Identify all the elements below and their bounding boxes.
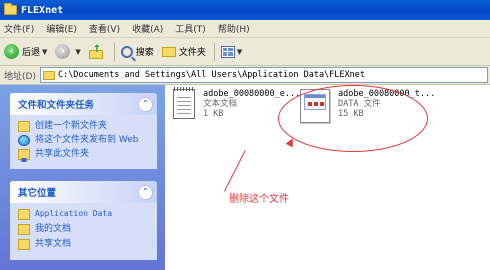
search-label: 搜索: [135, 48, 154, 58]
collapse-chevron-icon[interactable]: ⌃: [138, 184, 153, 200]
toolbar-separator: [113, 42, 115, 61]
views-icon: [220, 45, 235, 58]
views-button[interactable]: ▼: [220, 45, 242, 58]
task-new-folder[interactable]: 创建一个新文件夹: [18, 121, 151, 132]
other-places-header[interactable]: 其它位置 ⌃: [10, 181, 157, 203]
file-tasks-panel: 文件和文件夹任务 ⌃ 创建一个新文件夹 将这个文件夹发布到 Web 共享此文件夹: [10, 93, 157, 169]
folders-label: 文件夹: [178, 48, 206, 58]
other-places-title: 其它位置: [18, 188, 57, 199]
up-folder-icon: ↑: [88, 44, 103, 59]
address-bar: 地址(D) C:\Documents and Settings\All User…: [0, 66, 490, 85]
place-application-data-label: Application Data: [35, 209, 113, 218]
menu-favorites[interactable]: 收藏(A): [132, 22, 163, 35]
address-path: C:\Documents and Settings\All Users\Appl…: [57, 70, 365, 80]
other-places-body: Application Data 我的文档 共享文档: [10, 203, 157, 260]
back-label: 后退: [22, 48, 41, 58]
forward-arrow-icon: ›: [55, 44, 71, 59]
title-bar: FLEXnet: [0, 0, 490, 20]
up-folder-button[interactable]: ↑: [88, 44, 106, 59]
chevron-down-icon[interactable]: ▼: [237, 48, 242, 56]
search-button[interactable]: 搜索: [120, 45, 154, 58]
forward-button[interactable]: › ▼: [55, 44, 81, 59]
globe-icon: [18, 135, 30, 146]
address-input[interactable]: C:\Documents and Settings\All Users\Appl…: [39, 67, 488, 83]
place-shared-documents[interactable]: 共享文档: [18, 239, 151, 250]
search-icon: [120, 45, 133, 58]
place-application-data[interactable]: Application Data: [18, 209, 151, 220]
task-pane: 文件和文件夹任务 ⌃ 创建一个新文件夹 将这个文件夹发布到 Web 共享此文件夹…: [0, 85, 165, 270]
menu-file[interactable]: 文件(F): [4, 22, 34, 35]
place-shared-documents-label: 共享文档: [35, 239, 72, 249]
task-publish-web-label: 将这个文件夹发布到 Web: [35, 135, 139, 145]
file-tasks-body: 创建一个新文件夹 将这个文件夹发布到 Web 共享此文件夹: [10, 115, 157, 169]
back-arrow-icon: ‹: [4, 44, 19, 59]
toolbar: ‹ 后退 ▼ › ▼ ↑ 搜索 文件夹 ▼: [0, 38, 490, 66]
menu-help[interactable]: 帮助(H): [218, 22, 250, 35]
window-title: FLEXnet: [21, 4, 64, 16]
collapse-chevron-icon[interactable]: ⌃: [138, 96, 153, 112]
task-new-folder-label: 创建一个新文件夹: [35, 121, 108, 131]
menu-bar: 文件(F) 编辑(E) 查看(V) 收藏(A) 工具(T) 帮助(H): [0, 20, 490, 38]
task-share-folder[interactable]: 共享此文件夹: [18, 149, 151, 162]
annotation-circle: [278, 85, 428, 152]
back-button[interactable]: ‹ 后退 ▼: [4, 44, 47, 59]
folder-icon: [4, 3, 17, 15]
task-share-folder-label: 共享此文件夹: [35, 149, 90, 159]
chevron-down-icon[interactable]: ▼: [42, 48, 47, 56]
menu-tools[interactable]: 工具(T): [175, 22, 206, 35]
text-file-icon: [173, 87, 195, 119]
annotation-text: 删除这个文件: [229, 194, 289, 205]
shared-documents-icon: [18, 239, 30, 250]
file-list-area: adobe_00080000_e... 文本文档 1 KB adobe_0008…: [165, 85, 490, 270]
file-name: adobe_00080000_e...: [203, 89, 301, 99]
folder-icon: [18, 209, 30, 220]
folders-button[interactable]: 文件夹: [161, 45, 206, 58]
file-tasks-header[interactable]: 文件和文件夹任务 ⌃: [10, 93, 157, 115]
toolbar-separator: [213, 42, 215, 61]
folder-icon: [42, 70, 55, 80]
file-tasks-title: 文件和文件夹任务: [18, 100, 95, 111]
annotation-arrow: [224, 150, 246, 192]
task-publish-web[interactable]: 将这个文件夹发布到 Web: [18, 135, 151, 146]
menu-view[interactable]: 查看(V): [89, 22, 120, 35]
my-documents-icon: [18, 224, 30, 235]
place-my-documents[interactable]: 我的文档: [18, 224, 151, 235]
address-label: 地址(D): [4, 71, 36, 82]
new-folder-icon: [18, 121, 30, 132]
place-my-documents-label: 我的文档: [35, 224, 72, 234]
menu-edit[interactable]: 编辑(E): [46, 22, 77, 35]
chevron-down-icon[interactable]: ▼: [75, 48, 80, 56]
share-folder-icon: [18, 149, 30, 162]
other-places-panel: 其它位置 ⌃ Application Data 我的文档 共享文档: [10, 181, 157, 260]
folder-icon: [161, 46, 176, 57]
